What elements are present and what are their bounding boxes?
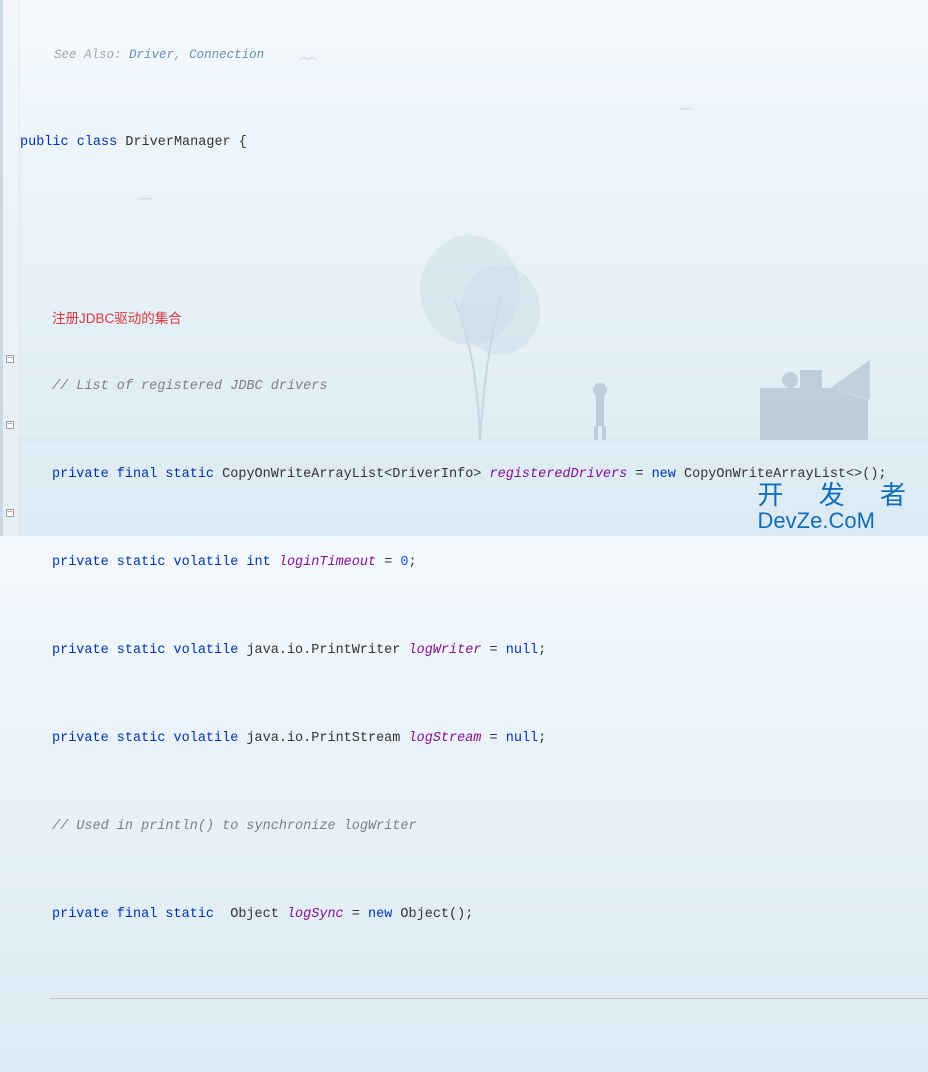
section-divider: [50, 998, 928, 999]
editor-gutter: [0, 0, 20, 536]
comment-prevent-instantiate: /* Prevent the DriverManager class from …: [20, 1071, 928, 1072]
fold-marker[interactable]: [6, 421, 14, 429]
annotation-registered-drivers: 注册JDBC驱动的集合: [20, 308, 928, 332]
comment-list: // List of registered JDBC drivers: [20, 376, 928, 398]
class-declaration: public class DriverManager {: [20, 132, 928, 154]
fold-marker[interactable]: [6, 355, 14, 363]
code-editor-area[interactable]: See Also: Driver, Connection public clas…: [20, 0, 928, 1072]
field-registeredDrivers: private final static CopyOnWriteArrayLis…: [20, 464, 928, 486]
see-also-line: See Also: Driver, Connection: [20, 44, 928, 66]
field-loginTimeout: private static volatile int loginTimeout…: [20, 552, 928, 574]
comment-used-println: // Used in println() to synchronize logW…: [20, 816, 928, 838]
field-logWriter: private static volatile java.io.PrintWri…: [20, 640, 928, 662]
fold-marker[interactable]: [6, 509, 14, 517]
field-logSync: private final static Object logSync = ne…: [20, 904, 928, 926]
gutter-stripe: [0, 0, 3, 536]
field-logStream: private static volatile java.io.PrintStr…: [20, 728, 928, 750]
